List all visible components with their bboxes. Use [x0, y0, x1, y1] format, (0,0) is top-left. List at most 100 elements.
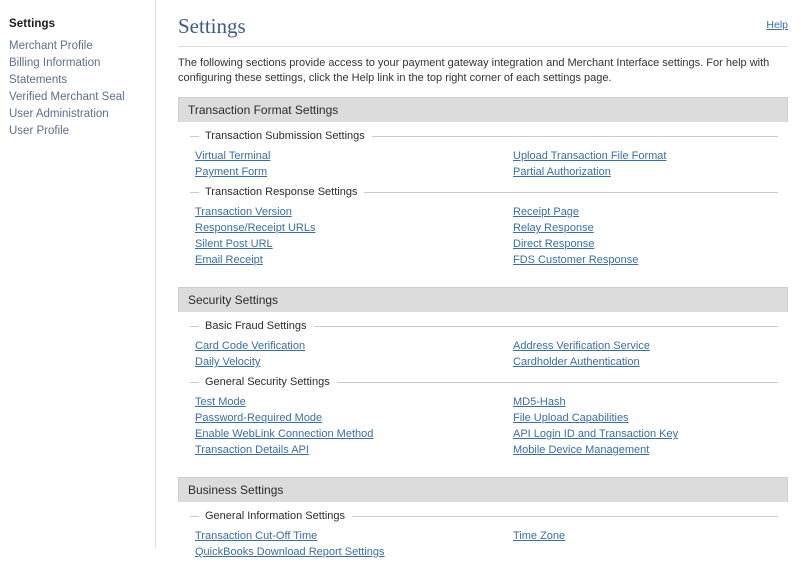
settings-link-md5-hash[interactable]: MD5-Hash	[513, 396, 566, 408]
sidebar-item-verified-merchant-seal[interactable]: Verified Merchant Seal	[9, 89, 155, 106]
link-col-right: Receipt Page	[513, 204, 773, 220]
page-header: Settings Help	[157, 0, 800, 38]
legend-rule	[364, 191, 778, 193]
link-col-left: Enable WebLink Connection Method	[190, 426, 513, 442]
link-col-left: Transaction Cut-Off Time	[190, 528, 513, 544]
sidebar-item-statements[interactable]: Statements	[9, 72, 155, 89]
group-legend-label: Transaction Response Settings	[205, 185, 358, 198]
link-col-left: Transaction Version	[190, 204, 513, 220]
link-col-right: Address Verification Service	[513, 338, 773, 354]
section-header: Business Settings	[178, 477, 788, 502]
legend-dash	[190, 135, 199, 137]
link-col-right: FDS Customer Response	[513, 252, 773, 268]
group-legend-label: Transaction Submission Settings	[205, 129, 365, 142]
settings-link-enable-weblink-connection-method[interactable]: Enable WebLink Connection Method	[195, 428, 373, 440]
settings-link-upload-transaction-file-format[interactable]: Upload Transaction File Format	[513, 150, 666, 162]
settings-link-row: Virtual Terminal Upload Transaction File …	[190, 148, 788, 164]
page-title: Settings	[178, 14, 246, 38]
settings-link-file-upload-capabilities[interactable]: File Upload Capabilities	[513, 412, 629, 424]
help-link[interactable]: Help	[766, 19, 788, 31]
section-header: Transaction Format Settings	[178, 97, 788, 122]
settings-group: General Information Settings Transaction …	[190, 508, 788, 564]
link-col-right: MD5-Hash	[513, 394, 773, 410]
link-col-left: Email Receipt	[190, 252, 513, 268]
link-col-left: Transaction Details API	[190, 442, 513, 458]
settings-link-cardholder-authentication[interactable]: Cardholder Authentication	[513, 356, 640, 368]
settings-link-row: Transaction Cut-Off Time Time Zone	[190, 528, 788, 544]
sidebar-title: Settings	[9, 18, 56, 30]
sidebar-item-billing-information[interactable]: Billing Information	[9, 55, 155, 72]
legend-rule	[371, 135, 778, 137]
settings-link-partial-authorization[interactable]: Partial Authorization	[513, 166, 611, 178]
settings-link-transaction-version[interactable]: Transaction Version	[195, 206, 292, 218]
settings-group: Basic Fraud Settings Card Code Verificati…	[190, 318, 788, 374]
section-header: Security Settings	[178, 287, 788, 312]
settings-link-response-receipt-urls[interactable]: Response/Receipt URLs	[195, 222, 315, 234]
settings-link-row: Test Mode MD5-Hash	[190, 394, 788, 410]
settings-link-row: Payment Form Partial Authorization	[190, 164, 788, 180]
settings-group: General Security Settings Test Mode MD5-Ha…	[190, 374, 788, 462]
settings-link-daily-velocity[interactable]: Daily Velocity	[195, 356, 260, 368]
link-col-left: Password-Required Mode	[190, 410, 513, 426]
link-col-right	[513, 544, 773, 560]
link-col-right: Relay Response	[513, 220, 773, 236]
section-body: Basic Fraud Settings Card Code Verificati…	[178, 312, 788, 466]
link-col-right: API Login ID and Transaction Key	[513, 426, 773, 442]
group-legend: Basic Fraud Settings	[190, 318, 788, 334]
section-body: General Information Settings Transaction …	[178, 502, 788, 568]
section-body: Transaction Submission Settings Virtual T…	[178, 122, 788, 276]
sidebar-nav: Merchant Profile Billing Information State…	[9, 38, 155, 140]
settings-link-row: Password-Required Mode File Upload Capabi…	[190, 410, 788, 426]
sidebar-item-user-administration[interactable]: User Administration	[9, 106, 155, 123]
settings-link-silent-post-url[interactable]: Silent Post URL	[195, 238, 273, 250]
settings-link-api-login-id-and-transaction-key[interactable]: API Login ID and Transaction Key	[513, 428, 678, 440]
group-legend-label: General Information Settings	[205, 509, 346, 522]
link-col-left: Silent Post URL	[190, 236, 513, 252]
settings-link-list: Virtual Terminal Upload Transaction File …	[190, 147, 788, 184]
settings-link-relay-response[interactable]: Relay Response	[513, 222, 594, 234]
header-divider	[178, 46, 788, 47]
settings-link-payment-form[interactable]: Payment Form	[195, 166, 267, 178]
settings-link-row: Enable WebLink Connection Method API Logi…	[190, 426, 788, 442]
link-col-right: Direct Response	[513, 236, 773, 252]
settings-link-direct-response[interactable]: Direct Response	[513, 238, 594, 250]
settings-link-list: Card Code Verification Address Verificati…	[190, 337, 788, 374]
settings-link-time-zone[interactable]: Time Zone	[513, 530, 565, 542]
group-legend: Transaction Response Settings	[190, 184, 788, 200]
settings-link-row: Transaction Details API Mobile Device Man…	[190, 442, 788, 458]
settings-link-receipt-page[interactable]: Receipt Page	[513, 206, 579, 218]
settings-group: Transaction Response Settings Transaction…	[190, 184, 788, 272]
settings-link-transaction-details-api[interactable]: Transaction Details API	[195, 444, 309, 456]
legend-dash	[190, 325, 199, 327]
group-legend-label: General Security Settings	[205, 375, 330, 388]
legend-rule	[313, 325, 778, 327]
settings-link-transaction-cut-off-time[interactable]: Transaction Cut-Off Time	[195, 530, 317, 542]
settings-link-email-receipt[interactable]: Email Receipt	[195, 254, 263, 266]
settings-link-row: Card Code Verification Address Verificati…	[190, 338, 788, 354]
sidebar-item-user-profile[interactable]: User Profile	[9, 123, 155, 140]
settings-group: Transaction Submission Settings Virtual T…	[190, 128, 788, 184]
settings-link-virtual-terminal[interactable]: Virtual Terminal	[195, 150, 270, 162]
link-col-right: Partial Authorization	[513, 164, 773, 180]
legend-rule	[336, 381, 778, 383]
settings-link-card-code-verification[interactable]: Card Code Verification	[195, 340, 305, 352]
group-legend: General Security Settings	[190, 374, 788, 390]
settings-link-row: Response/Receipt URLs Relay Response	[190, 220, 788, 236]
link-col-left: Test Mode	[190, 394, 513, 410]
settings-section: Transaction Format Settings Transaction S…	[178, 97, 788, 276]
settings-link-password-required-mode[interactable]: Password-Required Mode	[195, 412, 322, 424]
sidebar-item-merchant-profile[interactable]: Merchant Profile	[9, 38, 155, 55]
settings-link-fds-customer-response[interactable]: FDS Customer Response	[513, 254, 638, 266]
legend-dash	[190, 191, 199, 193]
settings-link-mobile-device-management[interactable]: Mobile Device Management	[513, 444, 649, 456]
settings-link-list: Transaction Version Receipt Page Response/…	[190, 203, 788, 272]
group-legend-label: Basic Fraud Settings	[205, 319, 307, 332]
settings-link-address-verification-service[interactable]: Address Verification Service	[513, 340, 650, 352]
main-content: Settings Help The following sections pro…	[157, 0, 800, 558]
settings-link-test-mode[interactable]: Test Mode	[195, 396, 246, 408]
settings-link-row: Email Receipt FDS Customer Response	[190, 252, 788, 268]
settings-section: Business Settings General Information Set…	[178, 477, 788, 568]
link-col-left: QuickBooks Download Report Settings	[190, 544, 513, 560]
settings-link-row: Silent Post URL Direct Response	[190, 236, 788, 252]
link-col-left: Card Code Verification	[190, 338, 513, 354]
